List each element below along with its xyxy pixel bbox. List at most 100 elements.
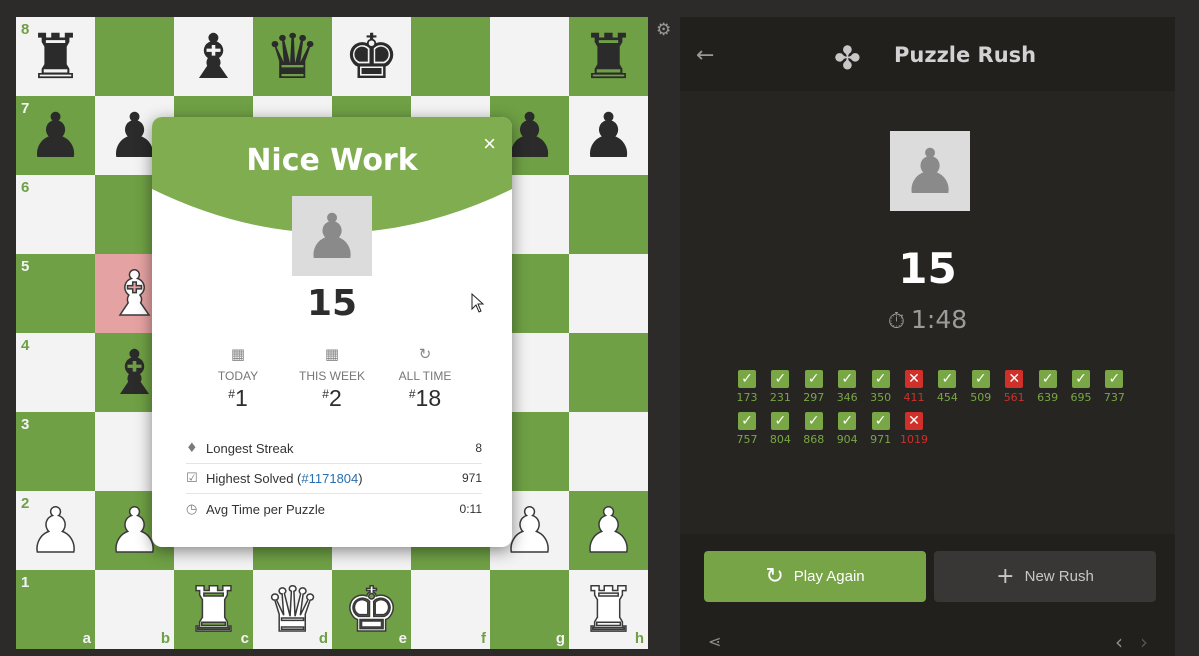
gear-icon[interactable]: ⚙	[656, 20, 671, 40]
check-icon: ✓	[804, 412, 823, 430]
square-a4[interactable]: 4	[16, 333, 95, 412]
square-h3[interactable]	[569, 412, 648, 491]
puzzle-rating: 868	[803, 433, 825, 446]
stat-label: Avg Time per Puzzle	[206, 501, 325, 517]
square-e1[interactable]: e ♚	[332, 570, 411, 649]
puzzle-result[interactable]: ✓ 971	[866, 412, 896, 446]
stat-label-close: )	[358, 470, 363, 486]
puzzle-result[interactable]: ✕ 411	[899, 370, 929, 404]
pawn-icon: ♟	[890, 131, 970, 211]
rank-number: 18	[415, 385, 442, 411]
refresh-icon: ↻	[418, 345, 432, 363]
white-pawn-piece[interactable]: ♟	[16, 491, 95, 570]
black-pawn-piece[interactable]: ♟	[16, 96, 95, 175]
square-d1[interactable]: d ♛	[253, 570, 332, 649]
close-icon[interactable]: ×	[483, 131, 496, 157]
panel-title: Puzzle Rush	[894, 43, 1037, 67]
refresh-icon: ↻	[765, 564, 784, 589]
puzzle-result[interactable]: ✓ 904	[832, 412, 862, 446]
timer: ⏱ 1:48	[680, 305, 1175, 334]
square-a7[interactable]: 7 ♟	[16, 96, 95, 175]
puzzle-result[interactable]: ✕ 1019	[899, 412, 929, 446]
puzzle-rating: 346	[836, 391, 858, 404]
chevron-right-icon[interactable]: ›	[1140, 630, 1148, 654]
black-rook-piece[interactable]: ♜	[569, 17, 648, 96]
black-pawn-piece[interactable]: ♟	[569, 96, 648, 175]
square-h2[interactable]: ♟	[569, 491, 648, 570]
white-rook-piece[interactable]: ♜	[569, 570, 648, 649]
square-h1[interactable]: h ♜	[569, 570, 648, 649]
puzzle-result[interactable]: ✓ 757	[732, 412, 762, 446]
square-h8[interactable]: ♜	[569, 17, 648, 96]
puzzle-rating: 454	[936, 391, 958, 404]
panel-score: 15	[898, 244, 957, 293]
puzzle-result[interactable]: ✓ 173	[732, 370, 762, 404]
puzzle-result[interactable]: ✓ 454	[932, 370, 962, 404]
square-c8[interactable]: ♝	[174, 17, 253, 96]
puzzle-result[interactable]: ✓ 350	[866, 370, 896, 404]
puzzle-result[interactable]: ✓ 737	[1099, 370, 1129, 404]
square-a3[interactable]: 3	[16, 412, 95, 491]
square-a5[interactable]: 5	[16, 254, 95, 333]
black-bishop-piece[interactable]: ♝	[174, 17, 253, 96]
puzzle-result[interactable]: ✓ 639	[1033, 370, 1063, 404]
square-g1[interactable]: g	[490, 570, 569, 649]
square-a2[interactable]: 2 ♟	[16, 491, 95, 570]
square-c1[interactable]: c ♜	[174, 570, 253, 649]
puzzle-rating: 737	[1103, 391, 1125, 404]
modal-score: 15	[306, 283, 358, 324]
square-h4[interactable]	[569, 333, 648, 412]
arrow-left-icon[interactable]: ←	[696, 43, 714, 68]
square-b1[interactable]: b	[95, 570, 174, 649]
rank-number: 2	[328, 385, 342, 411]
rank-label: 4	[21, 337, 30, 354]
share-icon[interactable]: ⋖	[708, 632, 721, 651]
square-g8[interactable]	[490, 17, 569, 96]
file-label: g	[555, 630, 565, 647]
puzzle-result[interactable]: ✓ 868	[799, 412, 829, 446]
square-h6[interactable]	[569, 175, 648, 254]
puzzle-result[interactable]: ✓ 695	[1066, 370, 1096, 404]
puzzle-rating: 904	[836, 433, 858, 446]
puzzle-link[interactable]: #1171804	[301, 471, 358, 486]
black-queen-piece[interactable]: ♛	[253, 17, 332, 96]
puzzle-result[interactable]: ✓ 509	[966, 370, 996, 404]
square-h5[interactable]	[569, 254, 648, 333]
square-a6[interactable]: 6	[16, 175, 95, 254]
new-rush-button[interactable]: + New Rush	[934, 551, 1156, 602]
rank-value: #18	[408, 385, 442, 411]
file-label: a	[82, 630, 91, 647]
square-f8[interactable]	[411, 17, 490, 96]
puzzle-result[interactable]: ✓ 804	[765, 412, 795, 446]
puzzle-result[interactable]: ✓ 346	[832, 370, 862, 404]
square-e8[interactable]: ♚	[332, 17, 411, 96]
check-icon: ✓	[938, 370, 957, 388]
stat-label: Highest Solved (	[206, 470, 302, 486]
square-h7[interactable]: ♟	[569, 96, 648, 175]
calendar-icon: ▦	[230, 345, 246, 363]
check-icon: ✓	[738, 412, 756, 430]
square-b8[interactable]	[95, 17, 174, 96]
puzzle-rating: 695	[1070, 391, 1092, 404]
flame-icon: ♦	[186, 440, 198, 456]
black-rook-piece[interactable]: ♜	[16, 17, 95, 96]
check-icon: ✓	[738, 370, 756, 388]
puzzle-result[interactable]: ✓ 231	[765, 370, 795, 404]
white-rook-piece[interactable]: ♜	[174, 570, 253, 649]
square-d8[interactable]: ♛	[253, 17, 332, 96]
play-again-button[interactable]: ↻ Play Again	[704, 551, 926, 602]
black-king-piece[interactable]: ♚	[332, 17, 411, 96]
puzzle-result[interactable]: ✓ 297	[799, 370, 829, 404]
square-a8[interactable]: 8 ♜	[16, 17, 95, 96]
rank-value: #2	[322, 385, 342, 411]
white-queen-piece[interactable]: ♛	[253, 570, 332, 649]
puzzle-rating: 561	[1003, 391, 1025, 404]
white-king-piece[interactable]: ♚	[332, 570, 411, 649]
white-pawn-piece[interactable]: ♟	[569, 491, 648, 570]
puzzle-result[interactable]: ✕ 561	[999, 370, 1029, 404]
chevron-left-icon[interactable]: ‹	[1115, 630, 1123, 654]
puzzle-rating: 350	[870, 391, 892, 404]
square-f1[interactable]: f	[411, 570, 490, 649]
puzzle-rating: 411	[903, 391, 925, 404]
square-a1[interactable]: 1a	[16, 570, 95, 649]
